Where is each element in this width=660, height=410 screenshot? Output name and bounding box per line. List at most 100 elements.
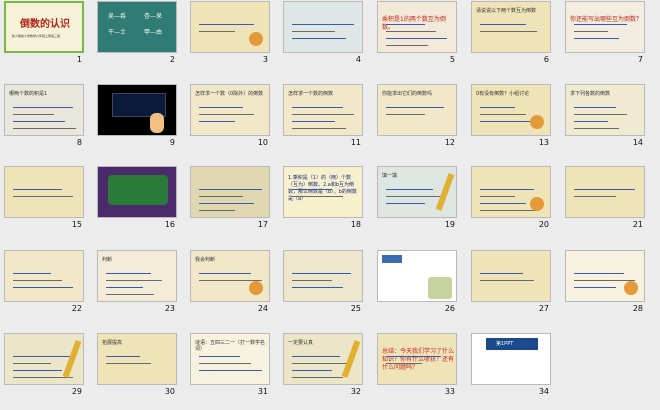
slide-thumbnail-29[interactable]: 29 — [4, 333, 84, 399]
slide-text: 填一填 — [382, 173, 398, 179]
slide-number: 21 — [632, 220, 643, 229]
slide-preview[interactable]: 拓展提高 — [97, 333, 177, 385]
slide-thumbnail-7[interactable]: 你还能写出哪些互为倒数？ 7 — [565, 1, 645, 67]
slide-number: 24 — [257, 304, 268, 313]
slide-title: 倒数的认识 — [20, 19, 70, 30]
slide-number: 27 — [538, 304, 549, 313]
slide-number: 5 — [449, 55, 455, 64]
slide-thumbnail-19[interactable]: 填一填 19 — [377, 166, 457, 232]
character-pair: 干—士 — [108, 29, 127, 36]
slide-preview[interactable] — [377, 250, 457, 302]
slide-thumbnail-14[interactable]: 求下列各数的倒数 14 — [565, 84, 645, 150]
slide-number: 8 — [76, 138, 82, 147]
slide-preview[interactable] — [283, 250, 363, 302]
slide-preview[interactable]: 求下列各数的倒数 — [565, 84, 645, 136]
slide-thumbnail-21[interactable]: 21 — [565, 166, 645, 232]
slide-preview[interactable]: 乘积是1的两个数互为倒数。 — [377, 1, 457, 53]
slide-preview[interactable] — [4, 250, 84, 302]
slide-thumbnail-2[interactable]: 吴—呑 杏—呆 干—士 甲—由 2 — [97, 1, 177, 67]
slide-preview[interactable]: 0有没有倒数？小组讨论 — [471, 84, 551, 136]
slide-number: 32 — [350, 387, 361, 396]
slide-preview[interactable]: 你能求出它们的倒数吗 — [377, 84, 457, 136]
slide-preview[interactable] — [190, 166, 270, 218]
slide-preview[interactable] — [97, 166, 177, 218]
slide-thumbnail-22[interactable]: 22 — [4, 250, 84, 316]
slide-number: 12 — [444, 138, 455, 147]
slide-preview[interactable]: 怎样求一个数的倒数 — [283, 84, 363, 136]
slide-preview[interactable]: 倒数的认识新人教版小学数学六年级上册第三章 — [4, 1, 84, 53]
slide-thumbnail-31[interactable]: 谜语：五四三二一（打一数学名词） 31 — [190, 333, 270, 399]
slide-number: 10 — [257, 138, 268, 147]
slide-preview[interactable]: 吴—呑 杏—呆 干—士 甲—由 — [97, 1, 177, 53]
slide-thumbnail-25[interactable]: 25 — [283, 250, 363, 316]
slide-thumbnail-11[interactable]: 怎样求一个数的倒数 11 — [283, 84, 363, 150]
slide-preview[interactable]: 填一填 — [377, 166, 457, 218]
slide-thumbnail-9[interactable]: 9 — [97, 84, 177, 150]
slide-thumbnail-8[interactable]: 哪两个数的积是1 8 — [4, 84, 84, 150]
slide-number: 7 — [637, 55, 643, 64]
character-pair: 甲—由 — [144, 29, 163, 36]
slide-preview[interactable] — [283, 1, 363, 53]
slide-text: 你还能写出哪些互为倒数？ — [570, 16, 643, 23]
slide-preview[interactable]: 第1PPT — [471, 333, 551, 385]
slide-preview[interactable] — [565, 166, 645, 218]
slide-thumbnail-24[interactable]: 我会判断 24 — [190, 250, 270, 316]
slide-thumbnail-6[interactable]: 请说说以下两个数互为倒数 6 — [471, 1, 551, 67]
slide-number: 3 — [262, 55, 268, 64]
slide-preview[interactable] — [565, 250, 645, 302]
slide-preview[interactable] — [4, 166, 84, 218]
slide-preview[interactable]: 你还能写出哪些互为倒数？ — [565, 1, 645, 53]
slide-thumbnail-34[interactable]: 第1PPT 34 — [471, 333, 551, 399]
slide-thumbnail-28[interactable]: 28 — [565, 250, 645, 316]
slide-preview[interactable] — [97, 84, 177, 136]
slide-preview[interactable]: 谜语：五四三二一（打一数学名词） — [190, 333, 270, 385]
slide-preview[interactable]: 请说说以下两个数互为倒数 — [471, 1, 551, 53]
character-pair: 杏—呆 — [144, 13, 163, 20]
slide-thumbnail-23[interactable]: 判断 23 — [97, 250, 177, 316]
slide-preview[interactable]: 判断 — [97, 250, 177, 302]
slide-thumbnail-15[interactable]: 15 — [4, 166, 84, 232]
slide-number: 33 — [444, 387, 455, 396]
slide-thumbnail-20[interactable]: 20 — [471, 166, 551, 232]
slide-preview[interactable] — [190, 1, 270, 53]
slide-number: 26 — [444, 304, 455, 313]
slide-thumbnail-12[interactable]: 你能求出它们的倒数吗 12 — [377, 84, 457, 150]
slide-number: 30 — [164, 387, 175, 396]
slide-preview[interactable]: 我会判断 — [190, 250, 270, 302]
slide-thumbnail-27[interactable]: 27 — [471, 250, 551, 316]
slide-preview[interactable] — [471, 250, 551, 302]
slide-thumbnail-26[interactable]: 26 — [377, 250, 457, 316]
slide-number: 29 — [71, 387, 82, 396]
slide-number: 13 — [538, 138, 549, 147]
slide-thumbnail-18[interactable]: 1.乘积是（1）的（两）个数（互为）倒数。2.a和b互为倒数，那么倒数是（b），… — [283, 166, 363, 232]
slide-number: 28 — [632, 304, 643, 313]
slide-thumbnail-17[interactable]: 17 — [190, 166, 270, 232]
slide-text: 求下列各数的倒数 — [570, 91, 611, 97]
slide-preview[interactable]: 怎样求一个数（0除外）的倒数 — [190, 84, 270, 136]
slide-preview[interactable]: 哪两个数的积是1 — [4, 84, 84, 136]
slide-number: 2 — [169, 55, 175, 64]
slide-thumbnail-10[interactable]: 怎样求一个数（0除外）的倒数 10 — [190, 84, 270, 150]
slide-thumbnail-33[interactable]: 总结：今天我们学习了什么知识？你有什么收获？还有什么问题吗？ 33 — [377, 333, 457, 399]
slide-subtitle: 新人教版小学数学六年级上册第三章 — [12, 34, 61, 38]
slide-thumbnail-5[interactable]: 乘积是1的两个数互为倒数。 5 — [377, 1, 457, 67]
slide-preview[interactable] — [471, 166, 551, 218]
slide-preview[interactable]: 1.乘积是（1）的（两）个数（互为）倒数。2.a和b互为倒数，那么倒数是（b），… — [283, 166, 363, 218]
slide-thumbnail-16[interactable]: 16 — [97, 166, 177, 232]
slide-thumbnail-4[interactable]: 4 — [283, 1, 363, 67]
slide-text: 请说说以下两个数互为倒数 — [476, 8, 537, 14]
slide-thumbnail-1[interactable]: 倒数的认识 新人教版小学数学六年级上册第三章 1 — [4, 1, 84, 67]
slide-thumbnail-3[interactable]: 3 — [190, 1, 270, 67]
slide-thumbnail-30[interactable]: 拓展提高 30 — [97, 333, 177, 399]
slide-thumbnail-13[interactable]: 0有没有倒数？小组讨论 13 — [471, 84, 551, 150]
slide-preview[interactable] — [4, 333, 84, 385]
slide-text: 判断 — [102, 257, 113, 263]
slide-number: 17 — [257, 220, 268, 229]
slide-thumbnail-32[interactable]: 一定要认真 32 — [283, 333, 363, 399]
slide-number: 16 — [164, 220, 175, 229]
slide-number: 4 — [355, 55, 361, 64]
slide-preview[interactable]: 一定要认真 — [283, 333, 363, 385]
slide-number: 15 — [71, 220, 82, 229]
slide-number: 18 — [350, 220, 361, 229]
slide-preview[interactable]: 总结：今天我们学习了什么知识？你有什么收获？还有什么问题吗？ — [377, 333, 457, 385]
